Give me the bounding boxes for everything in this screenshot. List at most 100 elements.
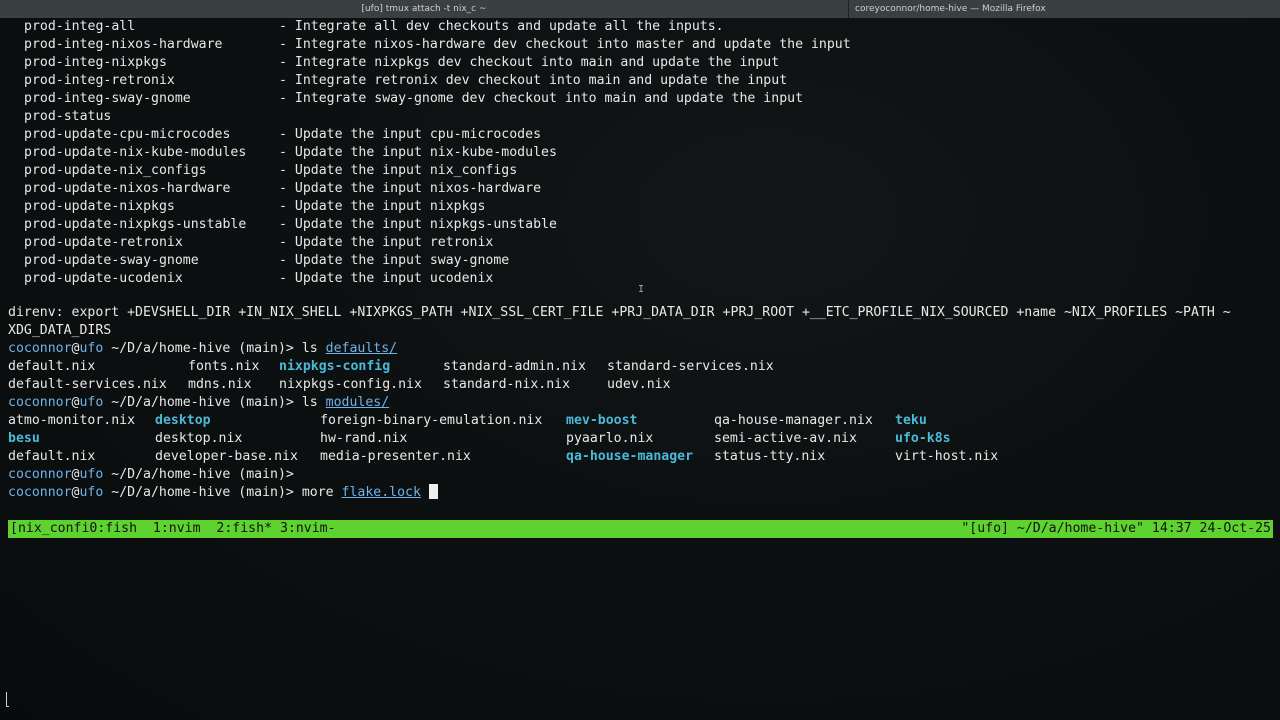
prompt-branch: (main)> bbox=[230, 467, 302, 482]
make-target-row: prod-integ-nixos-hardware - Integrate nix… bbox=[24, 36, 851, 54]
ls-dir-entry: nixpkgs-config bbox=[279, 359, 391, 374]
make-target-desc: - Update the input nixpkgs bbox=[279, 199, 486, 214]
make-target-row: prod-update-nixos-hardware - Update the i… bbox=[24, 180, 541, 198]
command: ls bbox=[301, 341, 326, 356]
ls-entry: atmo-monitor.nix bbox=[8, 413, 136, 428]
command-arg: modules/ bbox=[325, 395, 390, 410]
ls-entry: mdns.nix bbox=[188, 377, 252, 392]
make-target-row: prod-update-nix_configs - Update the inpu… bbox=[24, 162, 517, 180]
prompt-path: ~/D/a/home-hive bbox=[103, 467, 231, 482]
ls-entry: default.nix bbox=[8, 359, 96, 374]
make-target-row: prod-update-nix-kube-modules - Update the… bbox=[24, 144, 557, 162]
make-target-row: prod-update-ucodenix - Update the input u… bbox=[24, 270, 493, 288]
prompt-line-empty: coconnor@ufo ~/D/a/home-hive (main)> bbox=[8, 466, 302, 484]
shell-cursor-icon bbox=[6, 692, 9, 707]
make-target-name: prod-integ-nixos-hardware bbox=[24, 37, 223, 52]
make-target-name: prod-integ-nixpkgs bbox=[24, 55, 167, 70]
ls-entry: default.nix bbox=[8, 449, 96, 464]
make-target-name: prod-update-nixpkgs-unstable bbox=[24, 217, 247, 232]
prompt-branch: (main)> bbox=[230, 341, 302, 356]
make-target-row: prod-update-sway-gnome - Update the input… bbox=[24, 252, 509, 270]
make-target-desc: - Update the input nixpkgs-unstable bbox=[279, 217, 557, 232]
make-target-name: prod-update-ucodenix bbox=[24, 271, 183, 286]
ls-entry: udev.nix bbox=[607, 377, 671, 392]
make-target-row: prod-update-cpu-microcodes - Update the i… bbox=[24, 126, 541, 144]
make-target-desc: - Integrate all dev checkouts and update… bbox=[279, 19, 724, 34]
ls-entry: foreign-binary-emulation.nix bbox=[320, 413, 543, 428]
ls-entry: standard-services.nix bbox=[607, 359, 774, 374]
prompt-user: coconnor bbox=[8, 467, 72, 482]
ls-entry: desktop.nix bbox=[155, 431, 243, 446]
ls-dir-entry: teku bbox=[895, 413, 927, 428]
firefox-window-title[interactable]: coreyoconnor/home-hive — Mozilla Firefox bbox=[849, 0, 1280, 18]
ls-entry: virt-host.nix bbox=[895, 449, 999, 464]
make-target-row: prod-integ-sway-gnome - Integrate sway-gn… bbox=[24, 90, 803, 108]
make-target-name: prod-update-retronix bbox=[24, 235, 183, 250]
ls-entry: semi-active-av.nix bbox=[714, 431, 857, 446]
prompt-line-ls-defaults: coconnor@ufo ~/D/a/home-hive (main)> ls … bbox=[8, 340, 397, 358]
tmux-status-bar: [nix_confi0:fish 1:nvim 2:fish* 3:nvim- … bbox=[8, 520, 1273, 538]
prompt-path: ~/D/a/home-hive bbox=[103, 395, 231, 410]
make-target-name: prod-update-nix_configs bbox=[24, 163, 207, 178]
command: more bbox=[301, 485, 342, 500]
make-target-name: prod-update-nix-kube-modules bbox=[24, 145, 247, 160]
mouse-ibeam-icon: I bbox=[638, 284, 645, 295]
make-target-name: prod-update-sway-gnome bbox=[24, 253, 199, 268]
prompt-host: ufo bbox=[79, 395, 104, 410]
make-target-row: prod-status bbox=[24, 108, 279, 126]
ls-entry: developer-base.nix bbox=[155, 449, 298, 464]
make-target-name: prod-status bbox=[24, 109, 112, 124]
prompt-host: ufo bbox=[79, 485, 104, 500]
prompt-line-current[interactable]: coconnor@ufo ~/D/a/home-hive (main)> mor… bbox=[8, 484, 438, 502]
prompt-host: ufo bbox=[79, 467, 104, 482]
make-target-desc: - Integrate nixpkgs dev checkout into ma… bbox=[279, 55, 780, 70]
make-target-name: prod-update-cpu-microcodes bbox=[24, 127, 231, 142]
make-target-desc: - Update the input retronix bbox=[279, 235, 494, 250]
prompt-branch: (main)> bbox=[230, 485, 302, 500]
ls-entry: pyaarlo.nix bbox=[566, 431, 654, 446]
ls-entry: fonts.nix bbox=[188, 359, 260, 374]
ls-entry: standard-nix.nix bbox=[443, 377, 571, 392]
make-target-desc: - Integrate nixos-hardware dev checkout … bbox=[279, 37, 851, 52]
ls-dir-entry: desktop bbox=[155, 413, 211, 428]
prompt-user: coconnor bbox=[8, 341, 72, 356]
ls-dir-entry: besu bbox=[8, 431, 40, 446]
prompt-path: ~/D/a/home-hive bbox=[103, 341, 231, 356]
tmux-status-right: "[ufo] ~/D/a/home-hive" 14:37 24-Oct-25 bbox=[961, 521, 1271, 536]
prompt-path: ~/D/a/home-hive bbox=[103, 485, 231, 500]
prompt-user: coconnor bbox=[8, 485, 72, 500]
window-titlebar: [ufo] tmux attach -t nix_c ~ coreyoconno… bbox=[0, 0, 1280, 18]
ls-entry: standard-admin.nix bbox=[443, 359, 586, 374]
prompt-host: ufo bbox=[79, 341, 104, 356]
tmux-window-list[interactable]: [nix_confi0:fish 1:nvim 2:fish* 3:nvim- bbox=[10, 520, 336, 538]
make-target-row: prod-update-nixpkgs-unstable - Update the… bbox=[24, 216, 557, 234]
lower-empty-pane[interactable] bbox=[0, 540, 1280, 720]
direnv-line-2: XDG_DATA_DIRS bbox=[8, 323, 112, 338]
command: ls bbox=[301, 395, 326, 410]
ls-entry: status-tty.nix bbox=[714, 449, 826, 464]
make-target-row: prod-integ-all - Integrate all dev checko… bbox=[24, 18, 724, 36]
make-target-desc: - Update the input nixos-hardware bbox=[279, 181, 542, 196]
ls-dir-entry: ufo-k8s bbox=[895, 431, 951, 446]
make-target-name: prod-integ-sway-gnome bbox=[24, 91, 191, 106]
prompt-user: coconnor bbox=[8, 395, 72, 410]
terminal-pane[interactable]: prod-integ-all - Integrate all dev checko… bbox=[0, 18, 1280, 540]
prompt-line-ls-modules: coconnor@ufo ~/D/a/home-hive (main)> ls … bbox=[8, 394, 389, 412]
make-target-row: prod-update-retronix - Update the input r… bbox=[24, 234, 493, 252]
command-arg: defaults/ bbox=[325, 341, 398, 356]
ls-entry: qa-house-manager.nix bbox=[714, 413, 873, 428]
ls-dir-entry: mev-boost bbox=[566, 413, 638, 428]
ls-entry: hw-rand.nix bbox=[320, 431, 408, 446]
make-target-desc: - Integrate retronix dev checkout into m… bbox=[279, 73, 788, 88]
ls-entry: nixpkgs-config.nix bbox=[279, 377, 422, 392]
make-target-desc: - Update the input nix_configs bbox=[279, 163, 518, 178]
terminal-window-title[interactable]: [ufo] tmux attach -t nix_c ~ bbox=[0, 0, 849, 18]
make-target-desc: - Integrate sway-gnome dev checkout into… bbox=[279, 91, 804, 106]
direnv-line-1: direnv: export +DEVSHELL_DIR +IN_NIX_SHE… bbox=[8, 305, 1231, 320]
prompt-branch: (main)> bbox=[230, 395, 302, 410]
command-arg: flake.lock bbox=[341, 485, 421, 500]
make-target-row: prod-integ-nixpkgs - Integrate nixpkgs de… bbox=[24, 54, 779, 72]
make-target-row: prod-integ-retronix - Integrate retronix … bbox=[24, 72, 787, 90]
make-target-desc: - Update the input sway-gnome bbox=[279, 253, 510, 268]
make-target-row: prod-update-nixpkgs - Update the input ni… bbox=[24, 198, 485, 216]
